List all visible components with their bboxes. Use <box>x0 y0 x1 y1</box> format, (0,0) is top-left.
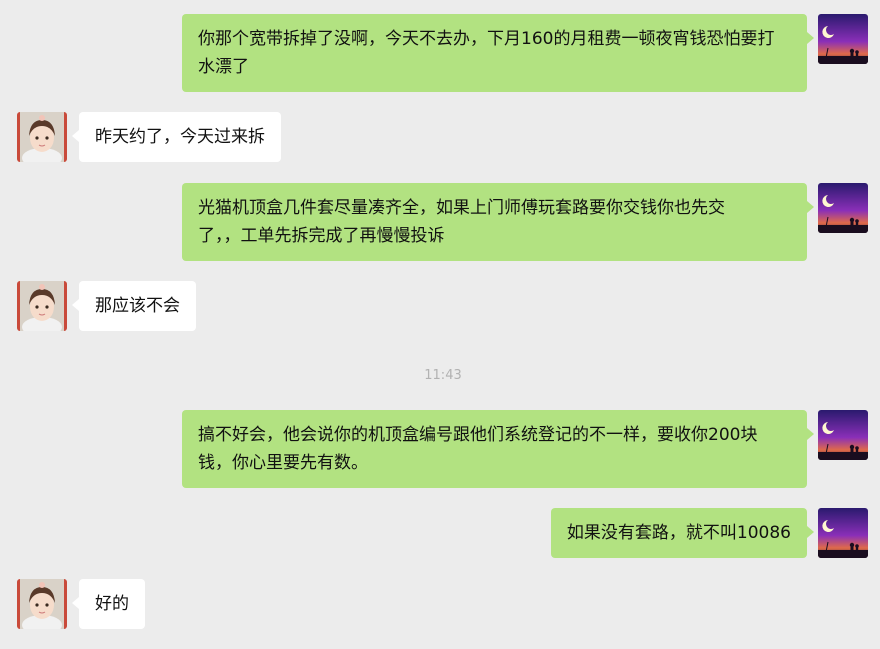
bubble-tail <box>807 32 814 44</box>
contact-avatar-icon[interactable] <box>17 281 67 331</box>
message-bubble-outgoing[interactable]: 光猫机顶盒几件套尽量凑齐全，如果上门师傅玩套路要你交钱你也先交了，，工单先拆完成… <box>182 183 807 261</box>
bubble-tail <box>72 299 79 311</box>
self-avatar-icon[interactable] <box>818 183 868 233</box>
bubble-tail <box>72 597 79 609</box>
message-bubble-outgoing[interactable]: 如果没有套路，就不叫10086 <box>550 508 807 558</box>
bubble-tail <box>72 130 79 142</box>
message-bubble-incoming[interactable]: 昨天约了，今天过来拆 <box>79 112 281 162</box>
self-avatar-icon[interactable] <box>818 410 868 460</box>
message-bubble-outgoing[interactable]: 搞不好会，他会说你的机顶盒编号跟他们系统登记的不一样，要收你200块钱，你心里要… <box>182 410 807 488</box>
bubble-tail <box>807 526 814 538</box>
bubble-tail <box>807 201 814 213</box>
chat-window: 你那个宽带拆掉了没啊，今天不去办，下月160的月租费一顿夜宵钱恐怕要打水漂了 昨… <box>0 0 880 649</box>
self-avatar-icon[interactable] <box>818 14 868 64</box>
self-avatar-icon[interactable] <box>818 508 868 558</box>
contact-avatar-icon[interactable] <box>17 112 67 162</box>
contact-avatar-icon[interactable] <box>17 579 67 629</box>
message-bubble-outgoing[interactable]: 你那个宽带拆掉了没啊，今天不去办，下月160的月租费一顿夜宵钱恐怕要打水漂了 <box>182 14 807 92</box>
message-bubble-incoming[interactable]: 好的 <box>79 579 145 629</box>
message-bubble-incoming[interactable]: 那应该不会 <box>79 281 196 331</box>
message-timestamp: 11:43 <box>424 368 462 383</box>
bubble-tail <box>807 428 814 440</box>
